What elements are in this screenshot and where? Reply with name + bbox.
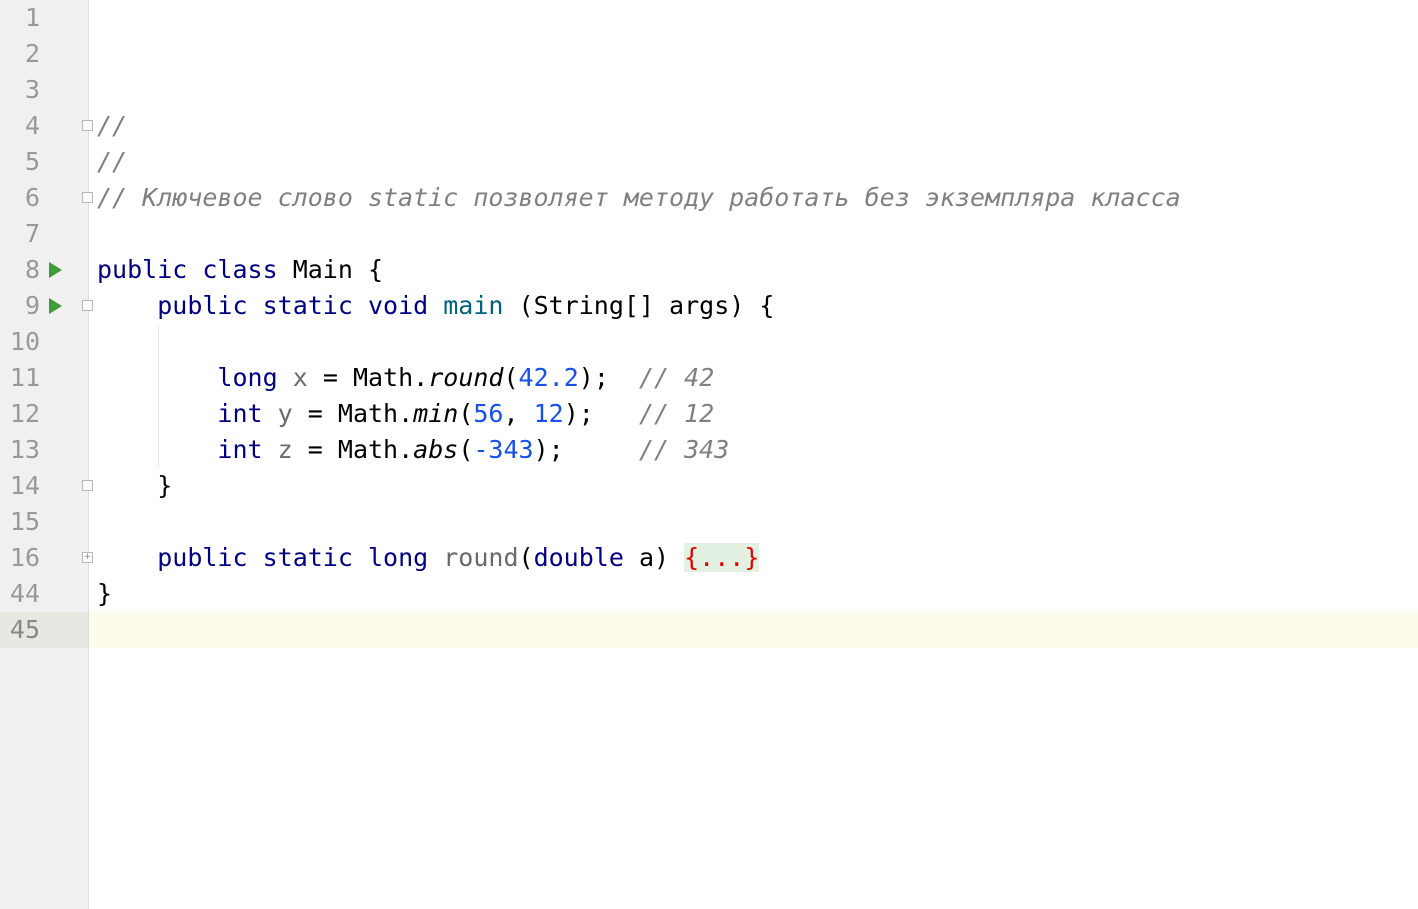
line-number: 14 [9,471,40,500]
comment: // [97,111,128,140]
brace: { [367,255,384,284]
variable: x [292,363,308,392]
keyword: public [97,255,188,284]
comma: , [503,399,534,428]
keyword: class [202,255,278,284]
paren: ); [533,435,564,464]
line-number: 16 [9,543,40,572]
paren: ( [503,363,519,392]
comment: // [97,147,128,176]
line-number: 9 [24,291,40,320]
comment: // Ключевое слово static позволяет метод… [97,183,1181,212]
fold-marker-icon[interactable] [82,192,93,203]
keyword: double [533,543,624,572]
paren: ( [458,399,474,428]
comment: // 343 [638,435,730,464]
parameters: (String[] args) [518,291,745,320]
comment: // 42 [638,363,715,392]
keyword: int [217,399,263,428]
line-number: 5 [24,147,40,176]
brace: } [97,579,113,608]
variable: z [277,435,293,464]
number-literal: 12 [533,399,564,428]
method-name: round [443,543,519,572]
method-call: abs [413,435,459,464]
class-ref: Math. [337,399,414,428]
method-name: main [443,291,504,320]
line-number: 12 [9,399,40,428]
paren: ); [563,399,594,428]
run-triangle-icon[interactable] [49,262,62,278]
class-name: Main [292,255,353,284]
keyword: public [157,543,248,572]
code-line[interactable]: int z = Math.abs(-343); // 343 [97,432,729,468]
fold-marker-icon[interactable] [82,480,93,491]
line-number: 6 [24,183,40,212]
line-number: 10 [9,327,40,356]
number-literal: -343 [473,435,534,464]
code-line[interactable]: // Ключевое слово static позволяет метод… [97,180,1181,216]
keyword: public [157,291,248,320]
code-line[interactable]: public static long round(double a) {...} [97,540,760,576]
line-number: 2 [24,39,40,68]
code-line[interactable]: } [97,468,172,504]
code-line[interactable]: } [97,576,112,612]
line-number: 4 [24,111,40,140]
number-literal: 56 [473,399,504,428]
line-number: 8 [24,255,40,284]
comment: // 12 [638,399,715,428]
expand-fold-icon[interactable]: + [82,552,93,563]
keyword: static [262,291,353,320]
keyword: long [217,363,278,392]
fold-marker-icon[interactable] [82,120,93,131]
number-literal: 42.2 [518,363,579,392]
line-number: 11 [9,363,40,392]
code-line[interactable]: int y = Math.min(56, 12); // 12 [97,396,714,432]
current-line-highlight [89,612,1418,648]
keyword: void [367,291,429,320]
code-line[interactable]: // [97,108,127,144]
code-line[interactable]: public static void main (String[] args) … [97,288,774,324]
keyword: long [367,543,429,572]
operator: = [322,363,338,392]
line-number: 13 [9,435,40,464]
code-line[interactable]: public class Main { [97,252,383,288]
paren: ( [518,543,534,572]
run-triangle-icon[interactable] [49,298,62,314]
fold-marker-icon[interactable] [82,300,93,311]
parameter: a) [623,543,670,572]
brace: } [157,471,173,500]
variable: y [277,399,293,428]
method-call: round [428,363,504,392]
keyword: static [262,543,353,572]
line-number: 7 [24,219,40,248]
line-number: 3 [24,75,40,104]
brace: { [759,291,775,320]
code-editor[interactable]: 1 2 3 4 5 6 7 8 9 10 11 12 13 14 15 16 4… [0,0,1418,909]
method-call: min [413,399,459,428]
keyword: int [217,435,263,464]
code-line[interactable]: // [97,144,127,180]
line-number: 1 [24,3,40,32]
folded-code-block[interactable]: {...} [684,543,760,572]
code-line[interactable]: long x = Math.round(42.2); // 42 [97,360,714,396]
paren: ( [458,435,474,464]
paren: ); [578,363,609,392]
line-number-current: 45 [9,615,40,644]
operator: = [307,399,323,428]
class-ref: Math. [352,363,429,392]
line-number: 44 [9,579,40,608]
operator: = [307,435,323,464]
class-ref: Math. [337,435,414,464]
line-number: 15 [9,507,40,536]
